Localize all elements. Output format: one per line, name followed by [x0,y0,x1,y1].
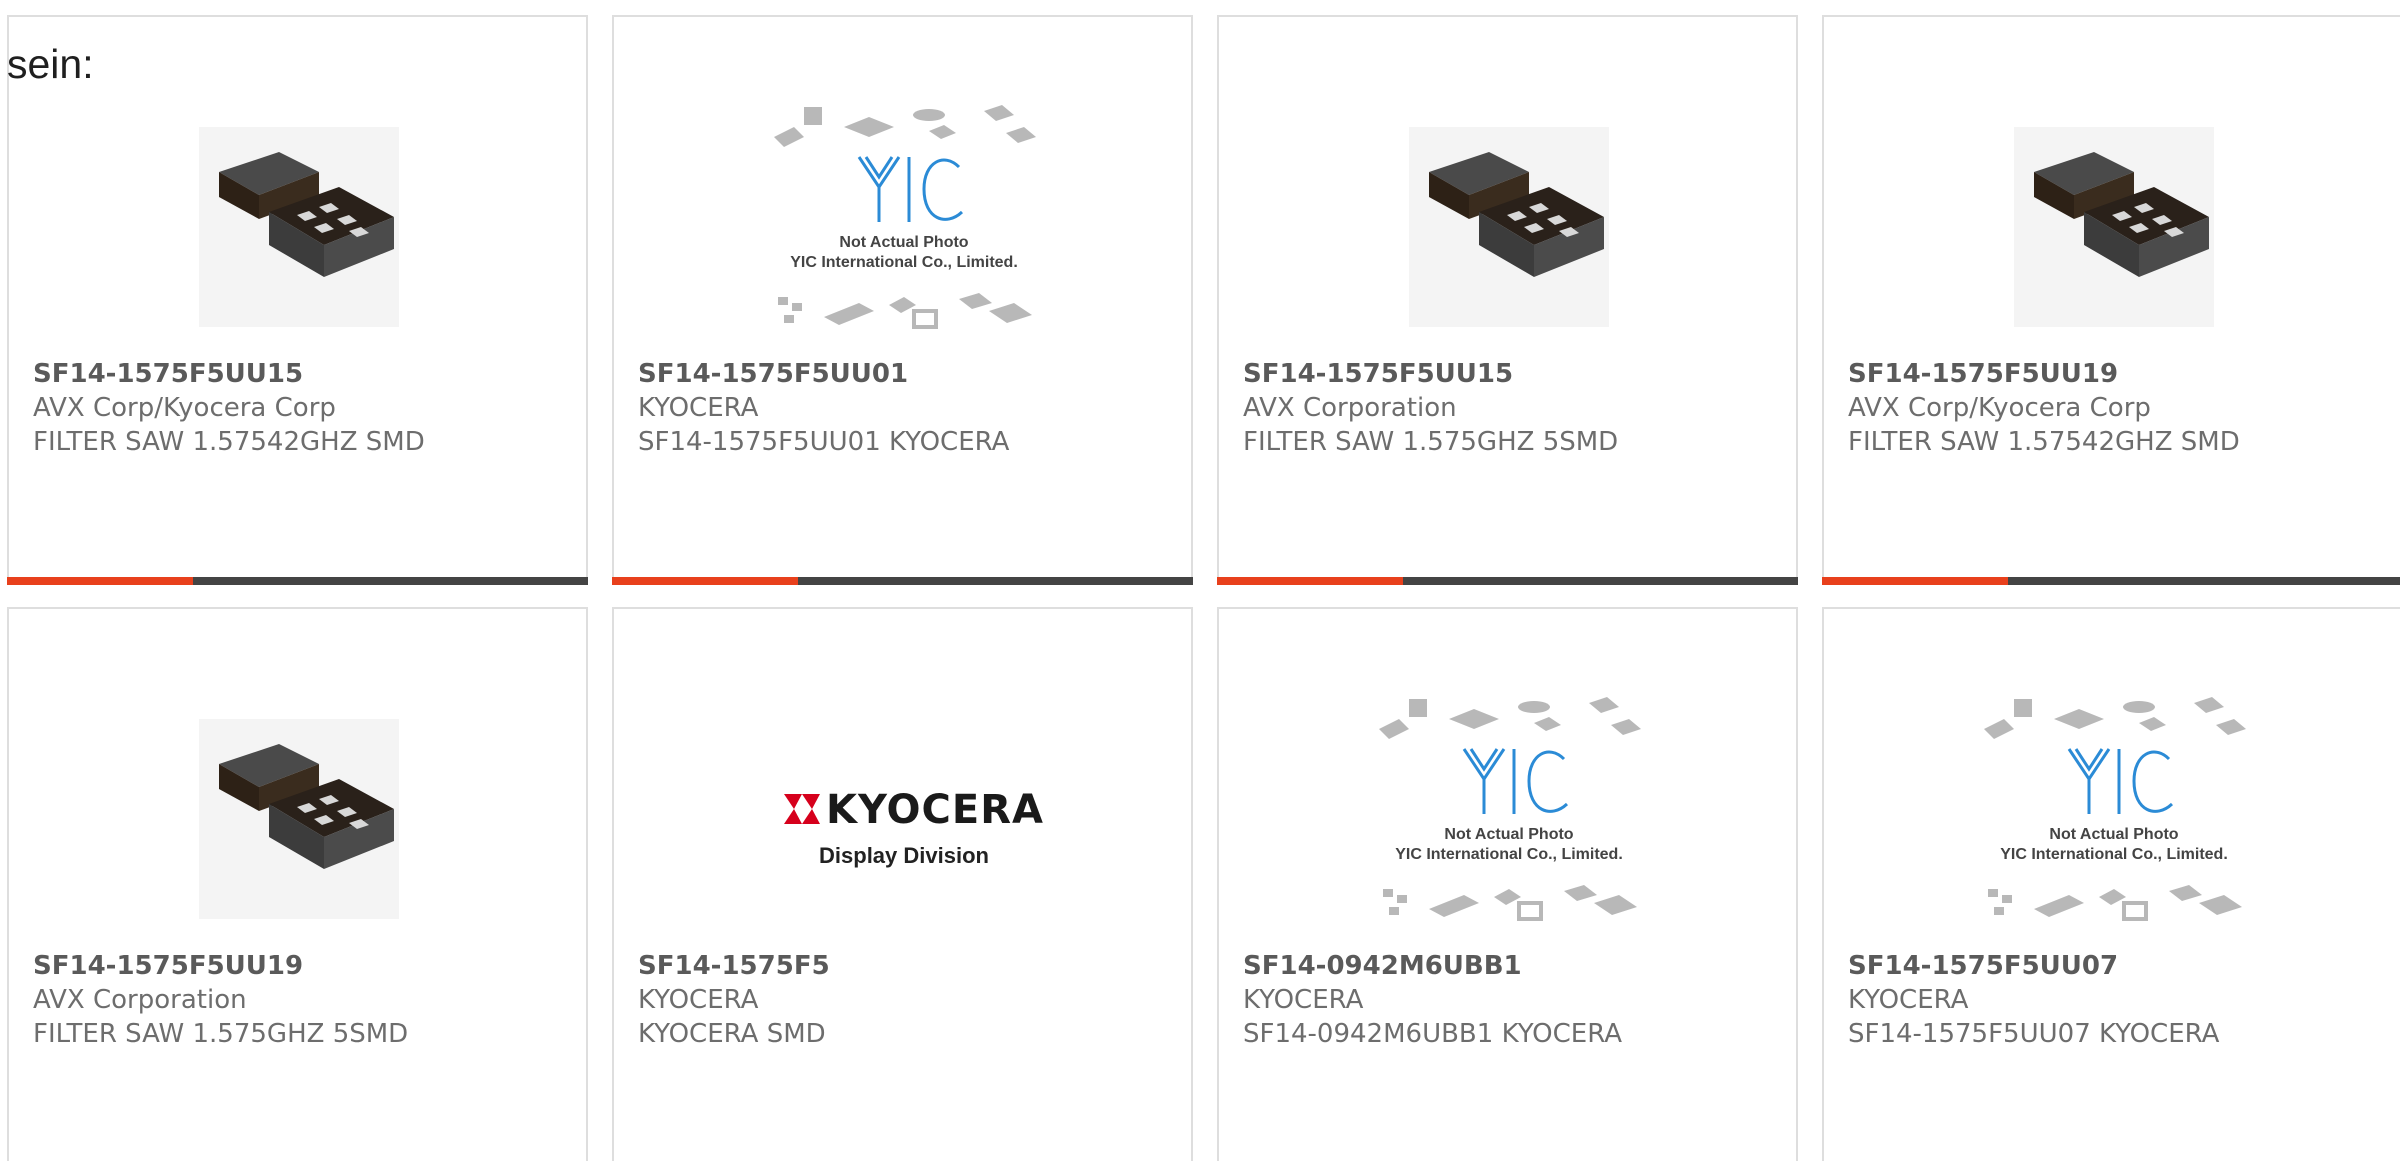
yic-placeholder-image: Not Actual Photo YIC International Co., … [1379,697,1641,921]
svg-text:KYOCERA: KYOCERA [826,787,1044,833]
product-grid: SF14-1575F5UU15 AVX Corp/Kyocera Corp FI… [7,15,2400,1161]
svg-text:YIC International Co., Limited: YIC International Co., Limited. [1395,846,1623,863]
description: FILTER SAW 1.575GHZ 5SMD [1243,427,1619,457]
description: FILTER SAW 1.575GHZ 5SMD [33,1019,409,1049]
part-number[interactable]: SF14-1575F5UU07 [1848,949,2392,983]
progress-fill [612,577,798,585]
part-number[interactable]: SF14-0942M6UBB1 [1243,949,1786,983]
svg-text:Not Actual Photo: Not Actual Photo [1444,826,1573,843]
description: KYOCERA SMD [638,1019,826,1049]
product-card[interactable]: SF14-1575F5UU19 AVX Corp/Kyocera Corp FI… [1822,15,2400,585]
product-image[interactable] [1369,87,1649,367]
product-image[interactable] [1974,87,2254,367]
part-number[interactable]: SF14-1575F5UU19 [33,949,576,983]
saw-filter-chip-image [199,127,399,327]
progress-bar [1822,577,2400,585]
description: SF14-1575F5UU01 KYOCERA [638,427,1010,457]
manufacturer: AVX Corporation [33,985,247,1015]
saw-filter-chip-image [1409,127,1609,327]
part-number[interactable]: SF14-1575F5 [638,949,1181,983]
product-card[interactable]: Not Actual Photo YIC International Co., … [612,15,1193,585]
product-info: SF14-1575F5UU19 AVX Corporation FILTER S… [33,949,576,1051]
svg-text:Not Actual Photo: Not Actual Photo [2049,826,2178,843]
product-info: SF14-1575F5UU07 KYOCERA SF14-1575F5UU07 … [1848,949,2392,1051]
svg-text:YIC International Co., Limited: YIC International Co., Limited. [2000,846,2228,863]
product-card[interactable]: SF14-1575F5UU15 AVX Corp/Kyocera Corp FI… [7,15,588,585]
manufacturer: KYOCERA [1848,985,1969,1015]
kyocera-logo-image: KYOCERA Display Division [784,787,1044,868]
product-info: SF14-1575F5UU19 AVX Corp/Kyocera Corp FI… [1848,357,2392,459]
product-info: SF14-0942M6UBB1 KYOCERA SF14-0942M6UBB1 … [1243,949,1786,1051]
description: SF14-0942M6UBB1 KYOCERA [1243,1019,1623,1049]
product-info: SF14-1575F5 KYOCERA KYOCERA SMD [638,949,1181,1051]
product-card[interactable]: Not Actual Photo YIC International Co., … [1217,607,1798,1161]
product-image[interactable] [159,87,439,367]
product-info: SF14-1575F5UU15 AVX Corporation FILTER S… [1243,357,1786,459]
manufacturer: AVX Corp/Kyocera Corp [1848,393,2151,423]
description: FILTER SAW 1.57542GHZ SMD [33,427,425,457]
product-info: SF14-1575F5UU15 AVX Corp/Kyocera Corp FI… [33,357,576,459]
product-card[interactable]: SF14-1575F5UU19 AVX Corporation FILTER S… [7,607,588,1161]
saw-filter-chip-image [2014,127,2214,327]
progress-bar [612,577,1193,585]
description: SF14-1575F5UU07 KYOCERA [1848,1019,2220,1049]
yic-placeholder-image: Not Actual Photo YIC International Co., … [1984,697,2246,921]
manufacturer: KYOCERA [638,985,759,1015]
manufacturer: AVX Corp/Kyocera Corp [33,393,336,423]
progress-fill [1822,577,2009,585]
product-image[interactable]: KYOCERA Display Division [764,679,1044,959]
product-card[interactable]: Not Actual Photo YIC International Co., … [1822,607,2400,1161]
svg-text:YIC International Co., Limited: YIC International Co., Limited. [790,254,1018,271]
product-info: SF14-1575F5UU01 KYOCERA SF14-1575F5UU01 … [638,357,1181,459]
part-number[interactable]: SF14-1575F5UU19 [1848,357,2392,391]
product-image[interactable]: Not Actual Photo YIC International Co., … [764,87,1044,367]
progress-bar [1217,577,1798,585]
progress-fill [7,577,193,585]
manufacturer: KYOCERA [1243,985,1364,1015]
description: FILTER SAW 1.57542GHZ SMD [1848,427,2240,457]
product-card[interactable]: SF14-1575F5UU15 AVX Corporation FILTER S… [1217,15,1798,585]
part-number[interactable]: SF14-1575F5UU15 [33,357,576,391]
intro-text: sein: [7,41,94,87]
yic-placeholder-image: Not Actual Photo YIC International Co., … [774,105,1036,329]
progress-bar [7,577,588,585]
part-number[interactable]: SF14-1575F5UU15 [1243,357,1786,391]
product-card[interactable]: KYOCERA Display Division SF14-1575F5 KYO… [612,607,1193,1161]
part-number[interactable]: SF14-1575F5UU01 [638,357,1181,391]
product-image[interactable]: Not Actual Photo YIC International Co., … [1369,679,1649,959]
product-image[interactable]: Not Actual Photo YIC International Co., … [1974,679,2254,959]
svg-text:Not Actual Photo: Not Actual Photo [839,234,968,251]
saw-filter-chip-image [199,719,399,919]
product-image[interactable] [159,679,439,959]
manufacturer: AVX Corporation [1243,393,1457,423]
svg-text:Display Division: Display Division [819,843,989,868]
product-results-page: sein: SF14-1575F5UU15 AVX Corp/Kyocera C… [0,0,2400,1161]
progress-fill [1217,577,1403,585]
manufacturer: KYOCERA [638,393,759,423]
